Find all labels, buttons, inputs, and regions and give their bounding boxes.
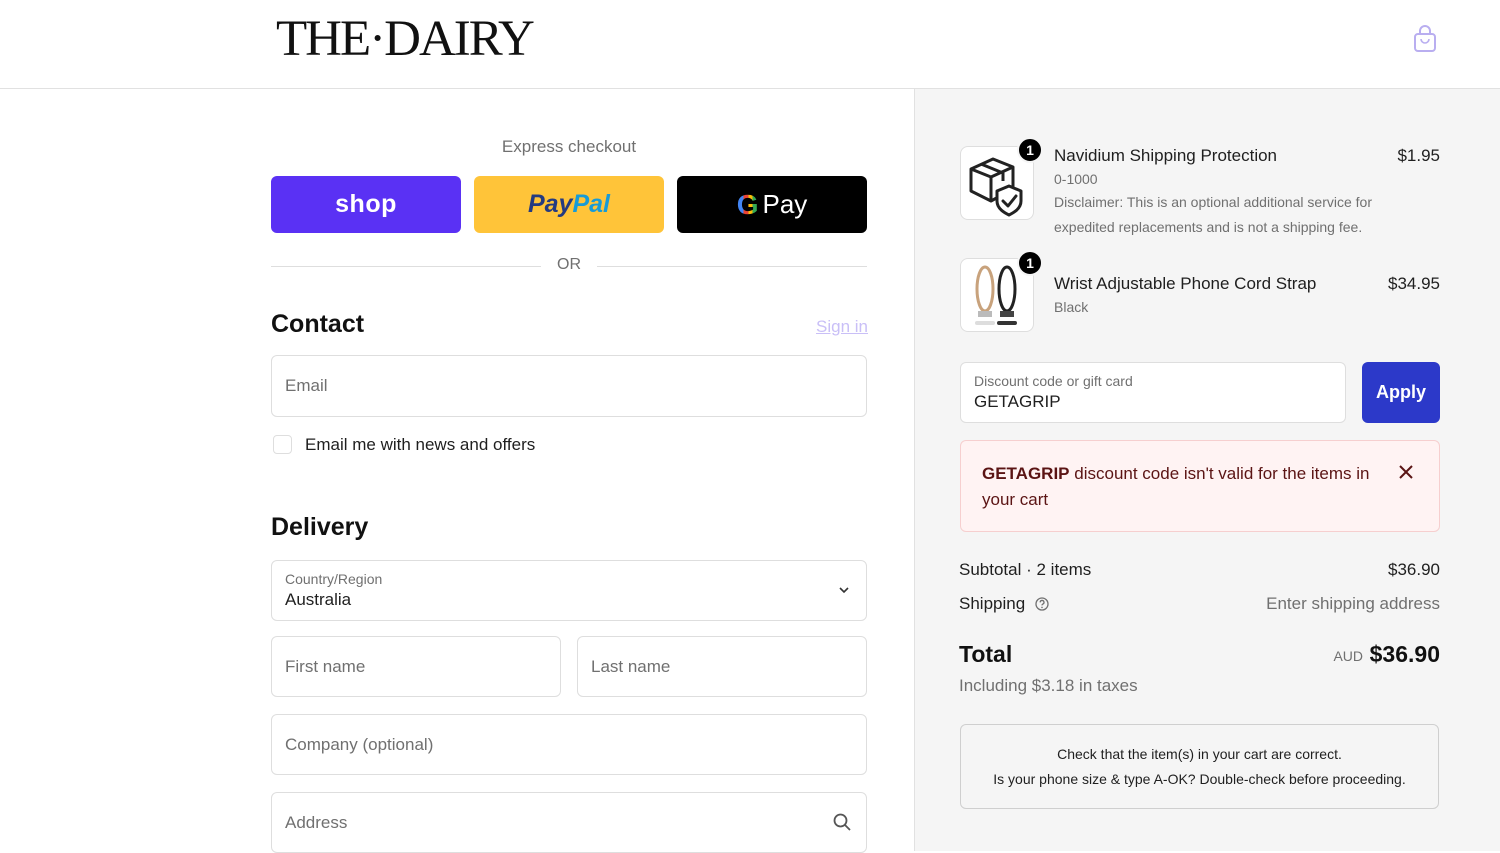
item-variant: 0-1000 (1054, 171, 1098, 187)
first-name-field[interactable]: First name (271, 636, 561, 697)
total-label: Total (959, 641, 1013, 667)
item-price: $34.95 (1388, 274, 1440, 293)
or-label: OR (557, 256, 581, 273)
address-placeholder: Address (285, 812, 348, 832)
item-variant: Black (1054, 299, 1089, 315)
address-field[interactable]: Address (271, 792, 867, 853)
discount-error-text: GETAGRIP discount code isn't valid for t… (982, 461, 1372, 513)
notice-line-2: Is your phone size & type A-OK? Double-c… (993, 771, 1406, 787)
email-placeholder: Email (285, 376, 328, 395)
newsletter-checkbox[interactable] (273, 435, 292, 454)
search-icon[interactable] (832, 812, 852, 832)
quantity-badge: 1 (1017, 137, 1043, 163)
shop-pay-button[interactable]: shop (271, 176, 461, 233)
first-name-placeholder: First name (285, 656, 366, 676)
paypal-button[interactable]: Pay Pal (474, 176, 664, 233)
taxes-note: Including $3.18 in taxes (959, 676, 1138, 695)
close-icon[interactable] (1399, 465, 1413, 479)
quantity-badge: 1 (1017, 250, 1043, 276)
sign-in-link[interactable]: Sign in (800, 317, 868, 337)
email-field[interactable]: Email (271, 355, 867, 417)
cart-check-notice: Check that the item(s) in your cart are … (960, 724, 1439, 809)
last-name-field[interactable]: Last name (577, 636, 867, 697)
chevron-down-icon (839, 587, 849, 594)
shipping-row: Shipping (959, 594, 1049, 614)
subtotal-label: Subtotal · 2 items (959, 560, 1092, 579)
help-circle-icon[interactable] (1035, 597, 1049, 611)
notice-line-1: Check that the item(s) in your cart are … (1057, 746, 1342, 762)
error-code: GETAGRIP (982, 464, 1070, 483)
newsletter-label: Email me with news and offers (305, 435, 536, 454)
contact-heading: Contact (271, 310, 365, 338)
subtotal-value: $36.90 (1388, 560, 1440, 579)
discount-error-banner: GETAGRIP discount code isn't valid for t… (960, 440, 1440, 532)
country-select[interactable]: Country/Region Australia (271, 560, 867, 621)
shipping-label: Shipping (959, 594, 1026, 613)
google-g-icon: G (736, 188, 759, 220)
site-header: THE·DAIRY (0, 0, 1500, 89)
discount-label: Discount code or gift card (974, 373, 1133, 389)
or-divider: OR (271, 256, 867, 276)
item-title: Navidium Shipping Protection (1054, 146, 1278, 165)
item-price: $1.95 (1397, 146, 1440, 165)
shop-pay-label: shop (335, 190, 397, 218)
google-pay-label: Pay (762, 189, 808, 219)
delivery-heading: Delivery (271, 513, 369, 541)
express-checkout-label: Express checkout (501, 137, 637, 156)
country-value: Australia (285, 590, 352, 609)
company-placeholder: Company (optional) (285, 734, 434, 754)
apply-discount-button[interactable]: Apply (1362, 362, 1440, 423)
item-description: Disclaimer: This is an optional addition… (1054, 194, 1372, 235)
country-label: Country/Region (285, 571, 383, 587)
shipping-value: Enter shipping address (1266, 594, 1440, 613)
paypal-label-part1: Pay (527, 190, 573, 218)
shopping-bag-icon[interactable] (1410, 24, 1440, 54)
discount-value: GETAGRIP (974, 392, 1061, 411)
discount-code-field[interactable]: Discount code or gift card GETAGRIP (960, 362, 1346, 423)
company-field[interactable]: Company (optional) (271, 714, 867, 775)
total-value: $36.90 (1369, 641, 1440, 667)
google-pay-button[interactable]: G Pay (677, 176, 867, 233)
item-title: Wrist Adjustable Phone Cord Strap (1054, 274, 1317, 293)
paypal-label-part2: Pal (572, 190, 610, 218)
last-name-placeholder: Last name (591, 656, 671, 676)
brand-logo[interactable]: THE·DAIRY (276, 10, 535, 68)
